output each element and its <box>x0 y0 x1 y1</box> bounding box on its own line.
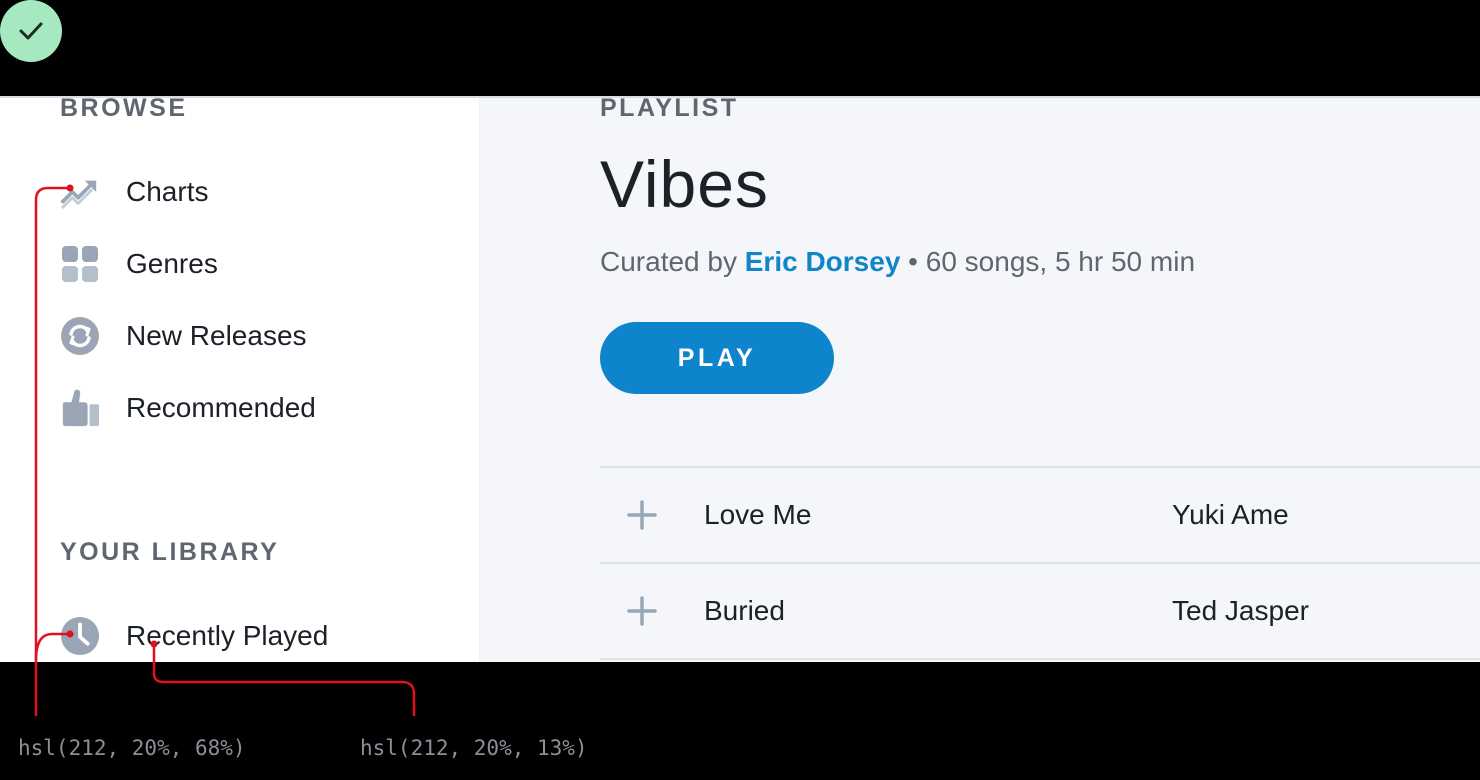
annotation-lines <box>34 184 416 716</box>
icon-color-annotation: hsl(212, 20%, 68%) <box>18 736 246 760</box>
text-color-annotation: hsl(212, 20%, 13%) <box>360 736 588 760</box>
